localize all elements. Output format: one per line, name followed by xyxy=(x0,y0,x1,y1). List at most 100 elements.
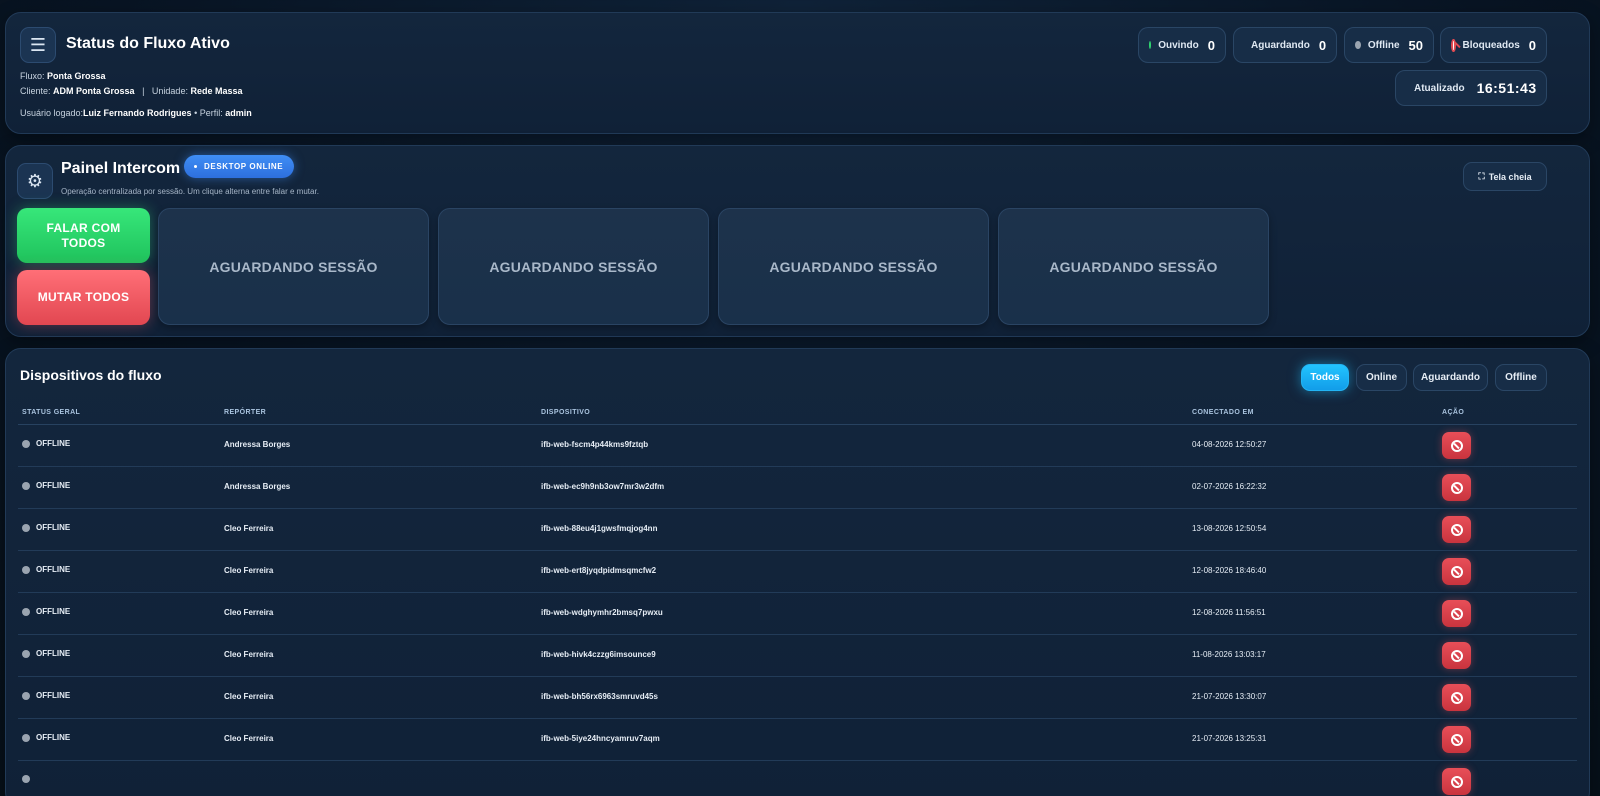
status-dot-icon xyxy=(22,439,30,448)
status-dot-icon xyxy=(22,775,30,783)
usuario-label: Usuário logado: xyxy=(20,108,84,118)
session-card[interactable]: AGUARDANDO SESSÃO xyxy=(438,208,709,325)
ban-icon xyxy=(1450,523,1463,536)
row-status: OFFLINE xyxy=(22,607,70,616)
row-connected-at: 04-08-2026 12:50:27 xyxy=(1192,440,1267,449)
stat-ouvindo: Ouvindo 0 xyxy=(1138,27,1226,63)
ban-icon xyxy=(1450,649,1463,662)
block-device-button[interactable] xyxy=(1442,600,1471,627)
row-device: ifb-web-ec9h9nb3ow7mr3w2dfm xyxy=(541,482,665,491)
stat-label: Ouvindo xyxy=(1158,39,1199,51)
row-status: OFFLINE xyxy=(22,649,70,658)
settings-icon-button[interactable]: ⚙ xyxy=(17,163,53,199)
table-row: OFFLINE Andressa Borges ifb-web-ec9h9nb3ow… xyxy=(18,467,1577,509)
row-status-text: OFFLINE xyxy=(36,691,71,700)
row-device: ifb-web-fscm4p44kms9fztqb xyxy=(541,440,649,449)
block-device-button[interactable] xyxy=(1442,768,1471,795)
stat-value: 0 xyxy=(1318,37,1327,53)
unidade-value: Rede Massa xyxy=(190,86,243,96)
table-row xyxy=(18,761,1577,796)
table-row: OFFLINE Cleo Ferreira ifb-web-wdghymhr2bms… xyxy=(18,593,1577,635)
row-reporter: Cleo Ferreira xyxy=(224,608,274,617)
row-connected-at: 21-07-2026 13:25:31 xyxy=(1192,734,1267,743)
talk-all-button[interactable]: FALAR COM TODOS xyxy=(17,208,150,263)
filter-aguardando[interactable]: Aguardando xyxy=(1413,364,1488,391)
session-card[interactable]: AGUARDANDO SESSÃO xyxy=(998,208,1269,325)
menu-icon-button[interactable]: ☰ xyxy=(20,27,56,63)
ban-icon xyxy=(1450,775,1463,788)
perfil-label: • Perfil: xyxy=(194,108,223,118)
table-row: OFFLINE Cleo Ferreira ifb-web-5iye24hncyam… xyxy=(18,719,1577,761)
column-header-connected: CONECTADO EM xyxy=(1192,409,1254,416)
status-dot-icon xyxy=(22,649,30,658)
updated-indicator: Atualizado 16:51:43 xyxy=(1395,70,1547,106)
status-dot-icon xyxy=(22,691,30,700)
row-status-text: OFFLINE xyxy=(36,481,71,490)
perfil-value: admin xyxy=(225,108,252,118)
row-connected-at: 12-08-2026 18:46:40 xyxy=(1192,566,1267,575)
status-dot-icon xyxy=(22,523,30,532)
status-dot-icon xyxy=(22,565,30,574)
updated-time: 16:51:43 xyxy=(1476,80,1537,96)
cliente-info: Cliente: ADM Ponta Grossa | Unidade: Red… xyxy=(20,86,243,96)
row-status: OFFLINE xyxy=(22,481,70,490)
table-row: OFFLINE Cleo Ferreira ifb-web-hivk4czzg6im… xyxy=(18,635,1577,677)
stat-bloqueados: Bloqueados 0 xyxy=(1440,27,1547,63)
ban-icon xyxy=(1450,607,1463,620)
status-dot-icon xyxy=(1149,41,1152,49)
filter-offline[interactable]: Offline xyxy=(1495,364,1547,391)
expand-icon: ⛶ xyxy=(1478,171,1485,181)
page-title: Status do Fluxo Ativo xyxy=(66,35,230,52)
intercom-panel: ⚙ Painel Intercom DESKTOP ONLINE Operaçã… xyxy=(5,145,1590,337)
session-card[interactable]: AGUARDANDO SESSÃO xyxy=(718,208,989,325)
block-device-button[interactable] xyxy=(1442,432,1471,459)
intercom-title: Painel Intercom xyxy=(61,160,181,177)
gear-icon: ⚙ xyxy=(26,170,44,191)
intercom-subtitle: Operação centralizada por sessão. Um cli… xyxy=(61,187,319,196)
cliente-value: ADM Ponta Grossa xyxy=(53,86,135,96)
stat-label: Aguardando xyxy=(1251,39,1310,51)
block-device-button[interactable] xyxy=(1442,558,1471,585)
row-reporter: Cleo Ferreira xyxy=(224,650,274,659)
row-reporter: Cleo Ferreira xyxy=(224,734,274,743)
table-row: OFFLINE Cleo Ferreira ifb-web-88eu4j1gwsfm… xyxy=(18,509,1577,551)
row-reporter: Andressa Borges xyxy=(224,440,291,449)
devices-title: Dispositivos do fluxo xyxy=(20,367,162,383)
usuario-value: Luiz Fernando Rodrigues xyxy=(83,108,192,118)
block-device-button[interactable] xyxy=(1442,642,1471,669)
ban-icon xyxy=(1450,439,1463,452)
row-device: ifb-web-ert8jyqdpidmsqmcfw2 xyxy=(541,566,657,575)
desktop-online-badge: DESKTOP ONLINE xyxy=(184,155,295,178)
cliente-label: Cliente: xyxy=(20,86,51,96)
fluxo-value: Ponta Grossa xyxy=(47,71,106,81)
filter-todos[interactable]: Todos xyxy=(1301,364,1349,391)
row-status xyxy=(22,775,36,783)
row-connected-at: 12-08-2026 11:56:51 xyxy=(1192,608,1266,617)
row-status-text: OFFLINE xyxy=(36,733,71,742)
row-status: OFFLINE xyxy=(22,565,70,574)
fullscreen-button[interactable]: ⛶ Tela cheia xyxy=(1463,162,1547,191)
ban-icon xyxy=(1451,38,1456,52)
ban-icon xyxy=(1450,565,1463,578)
stat-label: Offline xyxy=(1367,39,1400,51)
row-device: ifb-web-hivk4czzg6imsounce9 xyxy=(541,650,656,659)
block-device-button[interactable] xyxy=(1442,684,1471,711)
row-status-text: OFFLINE xyxy=(36,607,71,616)
row-connected-at: 21-07-2026 13:30:07 xyxy=(1192,692,1267,701)
row-status-text: OFFLINE xyxy=(36,523,71,532)
filter-online[interactable]: Online xyxy=(1356,364,1407,391)
table-row: OFFLINE Andressa Borges ifb-web-fscm4p44km… xyxy=(18,425,1577,467)
mute-all-button[interactable]: MUTAR TODOS xyxy=(17,270,150,325)
stat-value: 0 xyxy=(1528,37,1536,53)
updated-label: Atualizado xyxy=(1414,82,1465,94)
block-device-button[interactable] xyxy=(1442,516,1471,543)
block-device-button[interactable] xyxy=(1442,726,1471,753)
row-status: OFFLINE xyxy=(22,439,70,448)
block-device-button[interactable] xyxy=(1442,474,1471,501)
column-header-device: DISPOSITIVO xyxy=(541,409,591,416)
row-reporter: Cleo Ferreira xyxy=(224,692,274,701)
session-card[interactable]: AGUARDANDO SESSÃO xyxy=(158,208,429,325)
row-status-text: OFFLINE xyxy=(36,565,71,574)
stat-label: Bloqueados xyxy=(1462,39,1520,51)
status-dot-icon xyxy=(22,481,30,490)
